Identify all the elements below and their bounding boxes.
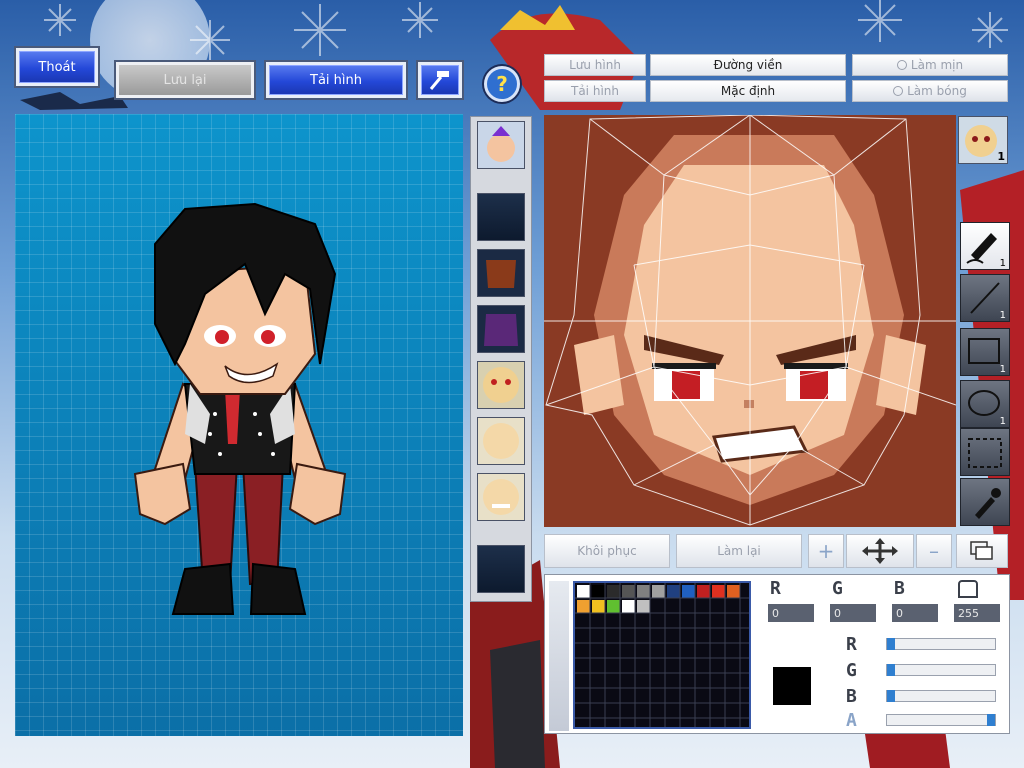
face-pixel-editor[interactable]	[544, 115, 956, 527]
r-slider-handle[interactable]	[887, 638, 895, 650]
palette-swatch[interactable]	[637, 585, 650, 598]
help-button[interactable]: ?	[484, 66, 520, 102]
zoom-out-button[interactable]: –	[916, 534, 952, 568]
outline-button[interactable]: Đường viền	[650, 54, 846, 76]
tool-selection[interactable]	[960, 428, 1010, 476]
tool-count: 1	[999, 364, 1006, 375]
eyedropper-icon	[975, 488, 1001, 519]
a-slider[interactable]	[886, 714, 996, 726]
a-slider-handle[interactable]	[987, 714, 995, 726]
load-image-button[interactable]: Tải hình	[266, 62, 406, 98]
move-arrows-icon	[862, 538, 898, 564]
minus-icon: –	[929, 539, 939, 563]
palette-swatch[interactable]	[712, 585, 725, 598]
palette-swatch[interactable]	[637, 600, 650, 613]
part-slot-empty-2[interactable]	[477, 545, 525, 593]
tool-count: 1	[999, 310, 1006, 321]
palette-swatch[interactable]	[607, 600, 620, 613]
r-slider-label: R	[846, 634, 857, 655]
palette-swatch[interactable]	[622, 585, 635, 598]
tool-rectangle[interactable]: 1	[960, 328, 1010, 376]
palette-swatch[interactable]	[622, 600, 635, 613]
a-value-field[interactable]: 255	[954, 604, 1000, 622]
face-preview-count: 1	[997, 150, 1005, 163]
save-button[interactable]: Lưu lại	[116, 62, 254, 98]
radio-icon	[896, 60, 907, 70]
tool-line[interactable]: 1	[960, 274, 1010, 322]
g-slider[interactable]	[886, 664, 996, 676]
part-slot-empty[interactable]	[477, 193, 525, 241]
shade-label: Làm bóng	[907, 84, 967, 98]
palette-grid[interactable]	[573, 581, 751, 729]
character-preview-canvas[interactable]	[15, 114, 463, 736]
part-slot-face-2[interactable]	[477, 417, 525, 465]
r-header-label: R	[770, 578, 781, 599]
exit-button[interactable]: Thoát	[16, 48, 98, 86]
palette-swatch[interactable]	[727, 585, 740, 598]
current-color-swatch	[773, 667, 811, 705]
tool-eyedropper[interactable]	[960, 478, 1010, 526]
part-slot-hair[interactable]	[477, 121, 525, 169]
save-image-button[interactable]: Lưu hình	[544, 54, 646, 76]
lock-icon[interactable]	[958, 580, 978, 598]
g-slider-handle[interactable]	[887, 664, 895, 676]
question-mark-icon: ?	[496, 72, 508, 96]
part-slot-face-3[interactable]	[477, 473, 525, 521]
plus-icon: +	[817, 539, 835, 563]
face-preview-thumbnail[interactable]: 1	[958, 116, 1008, 164]
layers-button[interactable]	[956, 534, 1008, 568]
layers-icon	[970, 541, 993, 560]
b-value-field[interactable]: 0	[892, 604, 938, 622]
default-button[interactable]: Mặc định	[650, 80, 846, 102]
part-slot-face-1[interactable]	[477, 361, 525, 409]
tool-pen[interactable]: 1	[960, 222, 1010, 270]
load-image-small-button[interactable]: Tải hình	[544, 80, 646, 102]
part-slot-cape[interactable]	[477, 305, 525, 353]
tool-ellipse[interactable]: 1	[960, 380, 1010, 428]
palette-swatch[interactable]	[607, 585, 620, 598]
b-slider-label: B	[846, 686, 857, 707]
palette-swatch[interactable]	[577, 600, 590, 613]
palette-swatch[interactable]	[667, 585, 680, 598]
palette-swatch[interactable]	[592, 600, 605, 613]
redo-button[interactable]: Làm lại	[676, 534, 802, 568]
part-slot-clothes[interactable]	[477, 249, 525, 297]
palette-side-tabs	[549, 581, 569, 731]
b-header-label: B	[894, 578, 905, 599]
g-slider-label: G	[846, 660, 857, 681]
restore-button[interactable]: Khôi phục	[544, 534, 670, 568]
palette-swatch[interactable]	[682, 585, 695, 598]
r-value-field[interactable]: 0	[768, 604, 814, 622]
shade-button[interactable]: Làm bóng	[852, 80, 1008, 102]
b-slider-handle[interactable]	[887, 690, 895, 702]
zoom-in-button[interactable]: +	[808, 534, 844, 568]
character-sprite	[133, 202, 347, 615]
palette-swatch[interactable]	[697, 585, 710, 598]
palette-swatch[interactable]	[592, 585, 605, 598]
move-button[interactable]	[846, 534, 914, 568]
r-slider[interactable]	[886, 638, 996, 650]
palette-swatch[interactable]	[652, 585, 665, 598]
tool-count: 1	[999, 258, 1006, 269]
radio-icon	[893, 86, 904, 96]
g-header-label: G	[832, 578, 843, 599]
selection-icon	[968, 438, 1002, 468]
part-selector-list	[470, 116, 532, 602]
tool-count: 1	[999, 416, 1006, 427]
hammer-button[interactable]	[418, 62, 462, 98]
palette-swatch[interactable]	[577, 585, 590, 598]
g-value-field[interactable]: 0	[830, 604, 876, 622]
hammer-icon	[429, 71, 449, 90]
smooth-label: Làm mịn	[910, 58, 964, 72]
face-drawing	[544, 115, 956, 526]
b-slider[interactable]	[886, 690, 996, 702]
a-slider-label: A	[846, 710, 857, 731]
smooth-button[interactable]: Làm mịn	[852, 54, 1008, 76]
